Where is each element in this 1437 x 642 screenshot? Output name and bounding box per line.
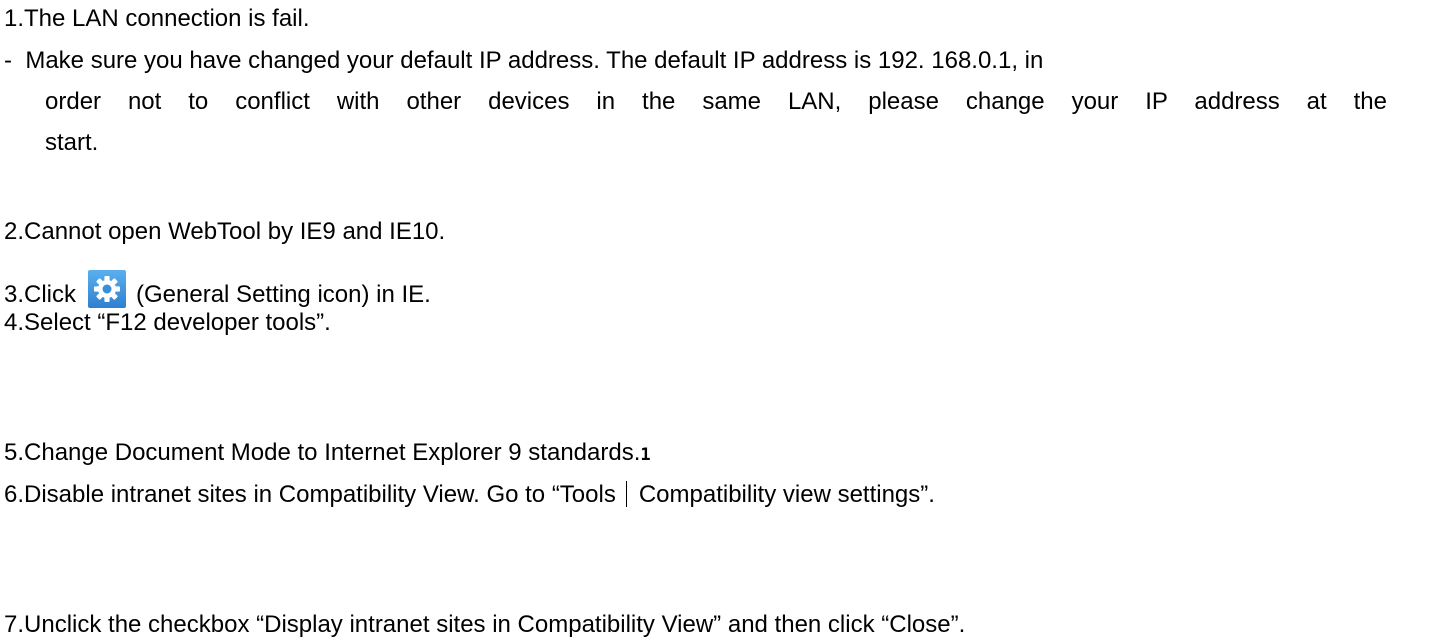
note-line-1: - Make sure you have changed your defaul… — [4, 46, 1043, 76]
gear-icon — [88, 270, 127, 308]
item-number: 3. — [4, 281, 25, 308]
note-line-3: start. — [45, 128, 98, 158]
list-item-6: 6.Disable intranet sites in Compatibilit… — [4, 480, 935, 510]
item-number: 1. — [4, 5, 25, 32]
item-text: Unclick the checkbox “Display intranet s… — [24, 611, 966, 638]
item-number: 6. — [4, 481, 25, 508]
list-item-5: 5.Change Document Mode to Internet Explo… — [4, 438, 651, 470]
item-number: 2. — [4, 218, 25, 245]
list-item-1: 1.The LAN connection is fail. — [4, 4, 310, 34]
item-text: Change Document Mode to Internet Explore… — [24, 439, 641, 466]
item-text-before: Disable intranet sites in Compatibility … — [24, 481, 616, 508]
item-text: Select “F12 developer tools”. — [24, 309, 331, 336]
item-number: 7. — [4, 611, 25, 638]
item-text-before: Click — [24, 281, 77, 308]
note-line-2: order not to conflict with other devices… — [45, 87, 1387, 117]
item-number: 4. — [4, 309, 25, 336]
item-text-after: Compatibility view settings”. — [638, 481, 935, 508]
list-item-2: 2.Cannot open WebTool by IE9 and IE10. — [4, 217, 445, 247]
item-text-after: (General Setting icon) in IE. — [136, 281, 431, 308]
note-text-2: order not to conflict with other devices… — [45, 88, 1387, 115]
list-item-4: 4.Select “F12 developer tools”. — [4, 308, 331, 338]
footnote-marker: 1 — [640, 445, 651, 465]
list-item-3: 3.Click (General Setting icon) in IE. — [4, 270, 431, 310]
note-text-3: start. — [45, 129, 99, 156]
note-text-1: Make sure you have changed your default … — [25, 47, 1044, 74]
item-text: The LAN connection is fail. — [24, 5, 310, 32]
item-text: Cannot open WebTool by IE9 and IE10. — [24, 218, 446, 245]
item-number: 5. — [4, 439, 25, 466]
separator-bar — [625, 481, 627, 507]
list-item-7: 7.Unclick the checkbox “Display intranet… — [4, 610, 965, 640]
note-dash: - — [4, 47, 12, 74]
